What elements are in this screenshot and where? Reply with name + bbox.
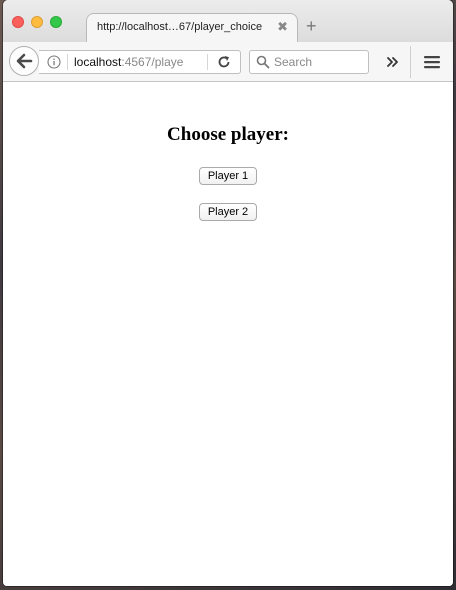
back-button[interactable] [9, 46, 39, 76]
browser-window: http://localhost…67/player_choice ✖ + lo… [3, 0, 453, 586]
hamburger-menu-icon[interactable] [423, 54, 441, 70]
search-icon [256, 55, 270, 69]
reload-icon[interactable] [217, 55, 231, 69]
search-input[interactable] [274, 54, 364, 70]
maximize-window-button[interactable] [50, 16, 62, 28]
tab-player-choice[interactable]: http://localhost…67/player_choice ✖ [86, 13, 298, 43]
title-bar: http://localhost…67/player_choice ✖ + [3, 0, 453, 43]
tab-title: http://localhost…67/player_choice [97, 21, 263, 33]
back-arrow-icon [16, 53, 33, 69]
player-2-button[interactable]: Player 2 [199, 203, 257, 221]
search-bar[interactable] [249, 50, 369, 74]
url-bar[interactable]: localhost:4567/player_choice [39, 50, 241, 74]
navigation-toolbar: localhost:4567/player_choice [3, 42, 453, 82]
info-icon[interactable] [47, 55, 61, 69]
toolbar-divider [410, 46, 411, 78]
url-text[interactable]: localhost:4567/player_choice [74, 55, 184, 69]
url-divider [67, 54, 68, 70]
url-host: localhost [74, 55, 122, 69]
url-divider-right [207, 54, 208, 70]
page-content: Choose player: Player 1 Player 2 [3, 82, 453, 586]
minimize-window-button[interactable] [31, 16, 43, 28]
tab-close-icon[interactable]: ✖ [277, 19, 288, 35]
page-heading: Choose player: [167, 124, 289, 145]
url-path: :4567/player_choice [121, 55, 184, 69]
player-1-button[interactable]: Player 1 [199, 167, 257, 185]
overflow-chevrons-icon[interactable] [385, 54, 401, 70]
new-tab-button[interactable]: + [306, 16, 317, 36]
close-window-button[interactable] [12, 16, 24, 28]
